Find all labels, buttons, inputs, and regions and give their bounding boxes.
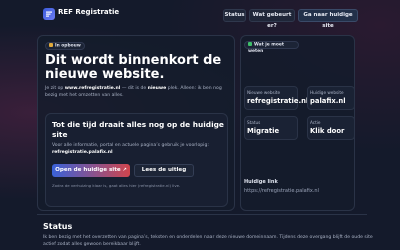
status-badge-info: Wat je moet weten [244,41,299,54]
info-tile-value: Migratie [247,127,280,135]
cta-title: Tot die tijd draait alles nog op de huid… [52,120,224,139]
info-tile-label: Status [247,120,261,125]
status-section-text: Ik ben bezig met het overzetten van pagi… [43,235,373,247]
construction-icon [49,43,53,47]
top-navigation-bar: REF Registratie Status Wat gebeurt er? G… [0,0,400,30]
nav-status-button[interactable]: Status [223,9,246,22]
cta-text: Voor alle informatie, portal en actuele … [52,143,209,155]
current-site-link[interactable]: https://refregistratie.palafix.nl [244,188,319,194]
nav-what-happens-button[interactable]: Wat gebeurt er? [249,9,295,29]
info-tile-value: palafix.nl [310,97,346,105]
open-current-site-button[interactable]: Open de huidige site ↗ [52,164,130,177]
info-tile-label: Actie [310,120,321,125]
logo-icon [43,8,55,20]
info-tile-value: refregistratie.nl [247,97,309,105]
section-divider [37,214,367,215]
hero-lead-text: Je zit op www.refregistratie.nl — dit is… [45,86,222,98]
status-badge-building: In opbouw [45,42,85,50]
cta-note: Zodra de verhuizing klaar is, gaat alles… [52,183,181,188]
info-tile-label: Huidige website [310,90,344,95]
info-tile-value: Klik door [310,127,345,135]
current-link-label: Huidige link [244,179,278,185]
page-title: Dit wordt binnenkort de nieuwe website. [45,53,222,82]
read-explanation-button[interactable]: Lees de uitleg [134,164,194,177]
arrow-icon: ↗ [122,167,127,173]
check-icon [248,42,252,46]
nav-current-site-button[interactable]: Ga naar huidige site [298,9,358,29]
info-tile-label: Nieuwe website [247,90,281,95]
status-section-title: Status [43,222,73,231]
brand-name[interactable]: REF Registratie [58,8,119,16]
